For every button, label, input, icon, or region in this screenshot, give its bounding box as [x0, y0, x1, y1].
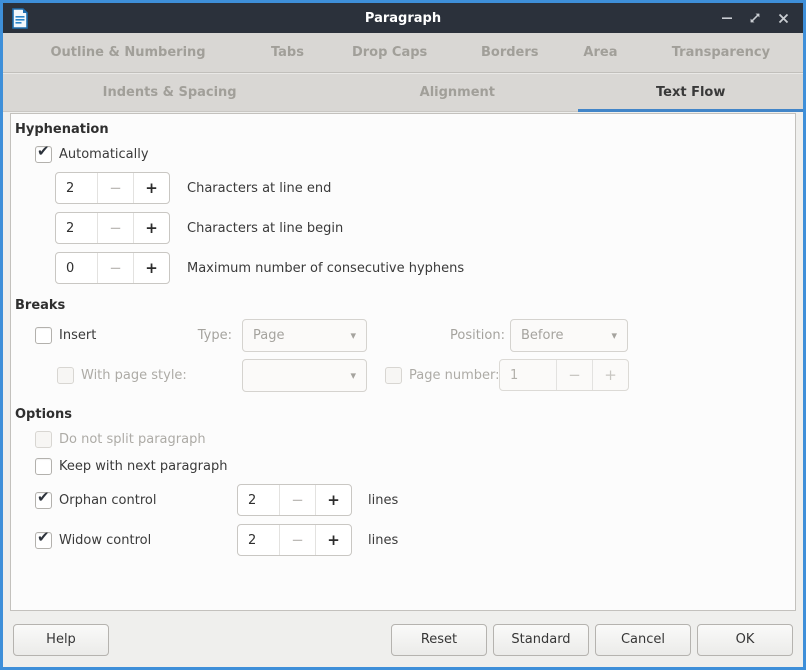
- checkbox-box: ✔: [35, 532, 52, 549]
- spinner-plus-icon[interactable]: +: [315, 525, 351, 555]
- checkbox-box: ✔: [35, 492, 52, 509]
- dropdown-value: Before: [521, 328, 611, 343]
- position-label: Position:: [419, 318, 505, 352]
- hyphenation-header: Hyphenation: [15, 122, 109, 137]
- tab-borders[interactable]: Borders: [457, 33, 562, 72]
- close-icon: [778, 13, 789, 24]
- tab-tabs[interactable]: Tabs: [253, 33, 322, 72]
- type-dropdown: Page ▾: [242, 319, 367, 352]
- keep-with-next-checkbox[interactable]: ✔ Keep with next paragraph: [35, 458, 228, 475]
- widow-lines-unit: lines: [368, 533, 398, 548]
- tab-transparency[interactable]: Transparency: [639, 33, 803, 72]
- tab-bar-top: Outline & Numbering Tabs Drop Caps Borde…: [3, 33, 803, 73]
- tab-bar-bottom: Indents & Spacing Alignment Text Flow: [3, 73, 803, 112]
- type-label: Type:: [161, 318, 232, 352]
- page-number-spinner: 1 − +: [499, 359, 629, 391]
- spinner-minus-icon: −: [97, 213, 133, 243]
- ok-button[interactable]: OK: [697, 624, 793, 656]
- dropdown-value: Page: [253, 328, 350, 343]
- tab-area[interactable]: Area: [562, 33, 639, 72]
- titlebar: Paragraph: [3, 3, 803, 33]
- check-icon: ✔: [37, 142, 50, 160]
- max-hyphens-spinner: 0 − +: [55, 252, 170, 284]
- orphan-lines-spinner: 2 − +: [237, 484, 352, 516]
- reset-button[interactable]: Reset: [391, 624, 487, 656]
- spinner-minus-icon: −: [556, 360, 592, 390]
- max-hyphens-label: Maximum number of consecutive hyphens: [187, 261, 464, 276]
- checkbox-box: ✔: [35, 327, 52, 344]
- chevron-down-icon: ▾: [350, 369, 356, 382]
- checkbox-label: Insert: [59, 328, 96, 343]
- spinner-value: 1: [500, 360, 556, 390]
- spinner-minus-icon: −: [97, 253, 133, 283]
- tab-indents-spacing[interactable]: Indents & Spacing: [3, 73, 336, 111]
- tab-drop-caps[interactable]: Drop Caps: [322, 33, 458, 72]
- checkbox-label: Widow control: [59, 533, 151, 548]
- chevron-down-icon: ▾: [350, 329, 356, 342]
- spinner-value[interactable]: 2: [238, 525, 279, 555]
- tab-outline-numbering[interactable]: Outline & Numbering: [3, 33, 253, 72]
- spinner-minus-icon: −: [279, 485, 315, 515]
- checkbox-label: Do not split paragraph: [59, 432, 206, 447]
- checkbox-box: ✔: [385, 367, 402, 384]
- checkbox-box: ✔: [35, 146, 52, 163]
- checkbox-box: ✔: [35, 431, 52, 448]
- minimize-icon: [721, 12, 733, 24]
- spinner-plus-icon[interactable]: +: [133, 173, 169, 203]
- spinner-plus-icon: +: [592, 360, 628, 390]
- tab-alignment[interactable]: Alignment: [336, 73, 578, 111]
- chars-line-end-label: Characters at line end: [187, 181, 331, 196]
- close-button[interactable]: [771, 7, 795, 29]
- chars-line-begin-label: Characters at line begin: [187, 221, 343, 236]
- dialog-button-bar: Help Reset Standard Cancel OK: [3, 612, 803, 667]
- spinner-value[interactable]: 2: [56, 213, 97, 243]
- spinner-minus-icon: −: [279, 525, 315, 555]
- spinner-minus-icon: −: [97, 173, 133, 203]
- restore-button[interactable]: [743, 7, 767, 29]
- checkbox-label: Orphan control: [59, 493, 156, 508]
- spinner-value[interactable]: 0: [56, 253, 97, 283]
- chars-line-end-spinner: 2 − +: [55, 172, 170, 204]
- with-page-style-checkbox: ✔ With page style:: [57, 358, 187, 392]
- widow-lines-spinner: 2 − +: [237, 524, 352, 556]
- spinner-value[interactable]: 2: [238, 485, 279, 515]
- checkbox-label: With page style:: [81, 368, 187, 383]
- writer-document-icon: [11, 7, 31, 29]
- standard-button[interactable]: Standard: [493, 624, 589, 656]
- do-not-split-checkbox: ✔ Do not split paragraph: [35, 431, 206, 448]
- automatically-checkbox[interactable]: ✔ Automatically: [35, 146, 149, 163]
- breaks-header: Breaks: [15, 298, 65, 313]
- page-style-dropdown: ▾: [242, 359, 367, 392]
- orphan-lines-unit: lines: [368, 493, 398, 508]
- minimize-button[interactable]: [715, 7, 739, 29]
- spinner-plus-icon[interactable]: +: [315, 485, 351, 515]
- text-flow-panel: Hyphenation ✔ Automatically 2 − + Charac…: [10, 113, 796, 611]
- position-dropdown: Before ▾: [510, 319, 628, 352]
- spinner-plus-icon[interactable]: +: [133, 253, 169, 283]
- tab-text-flow[interactable]: Text Flow: [578, 73, 803, 111]
- check-icon: ✔: [37, 528, 50, 546]
- check-icon: ✔: [37, 488, 50, 506]
- insert-checkbox[interactable]: ✔ Insert: [35, 318, 96, 352]
- options-header: Options: [15, 407, 72, 422]
- checkbox-label: Automatically: [59, 147, 149, 162]
- orphan-control-checkbox[interactable]: ✔ Orphan control: [35, 492, 237, 509]
- paragraph-dialog: Paragraph Outline & Numbering Tabs Dr: [0, 0, 806, 670]
- cancel-button[interactable]: Cancel: [595, 624, 691, 656]
- spinner-plus-icon[interactable]: +: [133, 213, 169, 243]
- checkbox-label: Keep with next paragraph: [59, 459, 228, 474]
- checkbox-box: ✔: [35, 458, 52, 475]
- checkbox-box: ✔: [57, 367, 74, 384]
- spinner-value[interactable]: 2: [56, 173, 97, 203]
- chevron-down-icon: ▾: [611, 329, 617, 342]
- checkbox-label: Page number:: [409, 368, 500, 383]
- page-number-checkbox: ✔ Page number:: [385, 358, 500, 392]
- window-title: Paragraph: [3, 11, 803, 26]
- restore-icon: [749, 12, 761, 24]
- help-button[interactable]: Help: [13, 624, 109, 656]
- chars-line-begin-spinner: 2 − +: [55, 212, 170, 244]
- widow-control-checkbox[interactable]: ✔ Widow control: [35, 532, 237, 549]
